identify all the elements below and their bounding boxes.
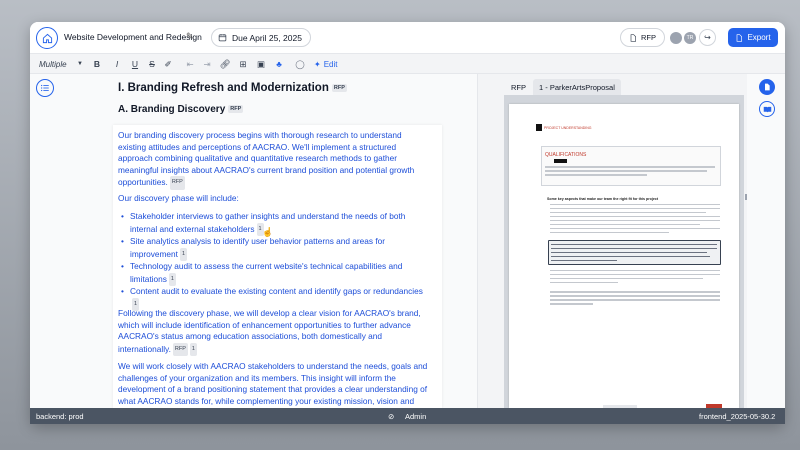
redaction-block (554, 159, 567, 163)
paragraph-text: Following the discovery phase, we will d… (118, 308, 421, 354)
pdf-qualifications-title: QUALIFICATIONS (545, 152, 587, 158)
library-panel-button[interactable] (759, 101, 775, 117)
backend-status: backend: prod (36, 412, 84, 421)
rfp-tag[interactable]: RFP (172, 342, 188, 356)
subsection-heading-text: A. Branding Discovery (118, 104, 226, 115)
reference-count-badge[interactable]: 1 (189, 342, 197, 356)
home-icon (42, 33, 52, 43)
paragraph[interactable]: We will work closely with AACRAO stakeho… (118, 361, 428, 408)
tab-proposal[interactable]: 1 - ParkerArtsProposal (533, 79, 621, 95)
underline-icon[interactable]: U (130, 57, 140, 71)
edit-label: Edit (323, 59, 338, 69)
rfp-tag[interactable]: RFP (169, 176, 185, 190)
avatar[interactable] (670, 32, 682, 44)
status-bar: backend: prod ⊘ Admin frontend_2025-05-3… (30, 408, 785, 424)
pencil-icon[interactable]: ✎ (186, 31, 194, 42)
avatar[interactable]: TR (684, 32, 696, 44)
sparkle-icon: ✦ (314, 59, 321, 69)
edit-button[interactable]: ✦ Edit (314, 57, 338, 71)
paragraph[interactable]: Our branding discovery process begins wi… (118, 130, 428, 190)
style-select-value: Multiple (39, 59, 67, 69)
link-icon[interactable]: 🔗︎ (220, 57, 231, 71)
app-header: Website Development and Redesign ✎ Due A… (30, 22, 785, 54)
style-select[interactable]: Multiple ▼ (37, 57, 85, 71)
comment-icon[interactable]: ◯ (295, 57, 305, 71)
list-item[interactable]: Technology audit to assess the current w… (120, 261, 430, 286)
outdent-icon[interactable]: ⇤ (185, 57, 195, 71)
calendar-icon (218, 34, 227, 42)
mouse-pointer-icon: ☝ (262, 227, 274, 237)
formatting-toolbar: Multiple ▼ B I U S ✐ ⇤ ⇥ 🔗︎ ⊞ ▣ ♣ ◯ ✦ Ed… (30, 54, 785, 74)
list-item-text: Content audit to evaluate the existing c… (130, 286, 423, 296)
document-panel-button[interactable] (759, 79, 775, 95)
book-icon (763, 106, 771, 112)
due-date-label: Due April 25, 2025 (232, 32, 302, 43)
section-heading: I. Branding Refresh and Modernization RFP (118, 82, 347, 94)
right-rail (747, 74, 785, 408)
paragraph-text: Our branding discovery process begins wi… (118, 130, 415, 187)
image-icon[interactable]: ▣ (256, 57, 266, 71)
export-icon (737, 33, 743, 42)
discovery-list: Stakeholder interviews to gather insight… (120, 211, 430, 311)
rfp-button[interactable]: RFP (620, 28, 665, 47)
pdf-heading: Some key aspects that make our team the … (547, 197, 659, 201)
chevron-down-icon: ▼ (77, 61, 83, 67)
export-button[interactable]: Export (728, 28, 778, 47)
list-item[interactable]: Stakeholder interviews to gather insight… (120, 211, 430, 236)
eye-off-icon[interactable]: ⊘ (388, 412, 394, 421)
export-label: Export (747, 33, 771, 42)
italic-icon[interactable]: I (112, 57, 122, 71)
pdf-highlight-lines (551, 244, 717, 262)
rfp-tag[interactable]: RFP (228, 105, 244, 114)
document-icon (630, 33, 636, 42)
pdf-bullet-lines (550, 204, 720, 236)
table-icon[interactable]: ⊞ (238, 57, 248, 71)
paragraph[interactable]: Our discovery phase will include: (118, 193, 428, 205)
section-heading-text: I. Branding Refresh and Modernization (118, 82, 329, 94)
pdf-bullet-lines (550, 270, 720, 305)
highlighter-icon[interactable]: ✐ (163, 57, 173, 71)
reference-count-badge[interactable]: 1 (179, 247, 188, 261)
bold-icon[interactable]: B (92, 57, 102, 71)
shapes-icon[interactable]: ♣ (274, 57, 284, 71)
frontend-version: frontend_2025-05-30.2 (699, 412, 776, 421)
paragraph[interactable]: Following the discovery phase, we will d… (118, 308, 428, 356)
tab-rfp[interactable]: RFP (505, 79, 532, 95)
share-icon: ↪ (704, 33, 711, 42)
indent-icon[interactable]: ⇥ (202, 57, 212, 71)
redaction-block (536, 124, 542, 131)
rfp-tag[interactable]: RFP (331, 83, 347, 92)
list-item[interactable]: Site analytics analysis to identify user… (120, 236, 430, 261)
document-title[interactable]: Website Development and Redesign (64, 32, 202, 42)
left-rail (30, 74, 60, 408)
outline-button[interactable] (36, 79, 54, 97)
pdf-section-tag: PROJECT UNDERSTANDING (544, 126, 592, 130)
admin-label[interactable]: Admin (405, 412, 426, 421)
due-date-button[interactable]: Due April 25, 2025 (211, 28, 311, 47)
share-button[interactable]: ↪ (699, 29, 716, 46)
list-icon (41, 84, 49, 92)
rfp-label: RFP (641, 33, 656, 42)
reference-count-badge[interactable]: 1 (168, 272, 176, 286)
document-icon (765, 83, 770, 91)
pdf-text-lines (545, 166, 715, 176)
subsection-heading: A. Branding Discovery RFP (118, 104, 244, 115)
home-button[interactable] (36, 27, 58, 49)
strikethrough-icon[interactable]: S (147, 57, 157, 71)
list-item-text: Site analytics analysis to identify user… (130, 236, 386, 259)
